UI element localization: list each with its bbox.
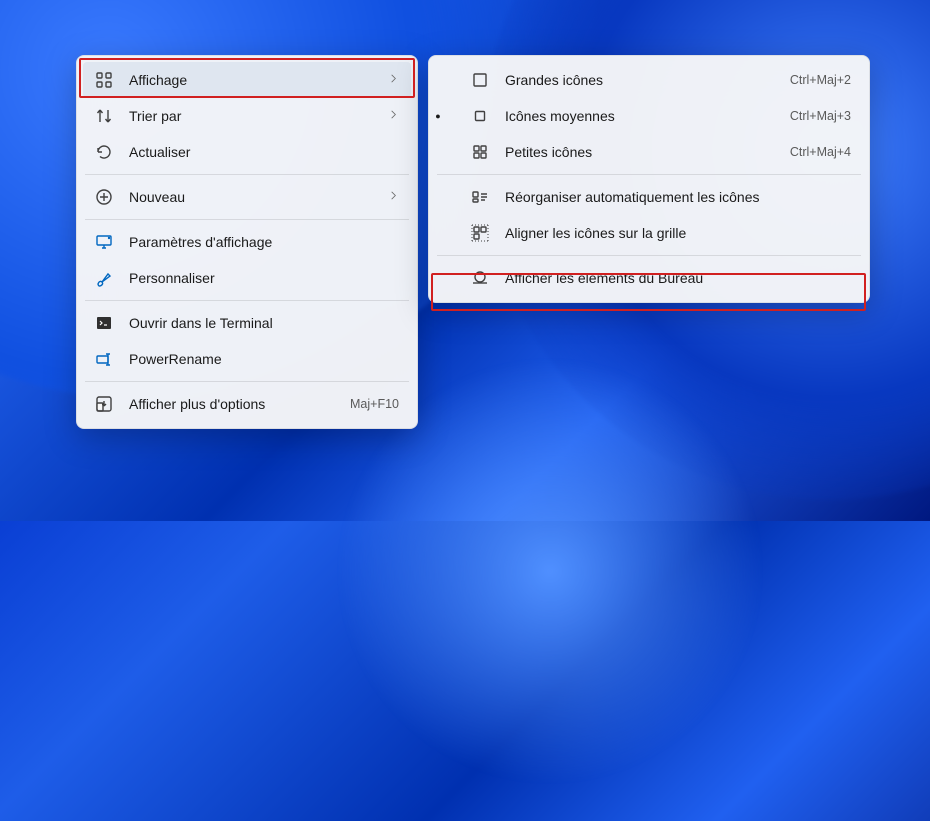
menu-item-label: Trier par: [129, 108, 388, 124]
menu-item-label: Ouvrir dans le Terminal: [129, 315, 399, 331]
menu-item-label: Afficher plus d'options: [129, 396, 334, 412]
more-options-icon: [95, 395, 113, 413]
menu-item-label: Petites icônes: [505, 144, 774, 160]
selected-bullet-icon: ●: [433, 111, 443, 121]
menu-item-new[interactable]: Nouveau: [83, 179, 411, 215]
small-icons-icon: [471, 143, 489, 161]
menu-separator: [437, 255, 861, 256]
menu-item-shortcut: Ctrl+Maj+4: [790, 145, 851, 159]
view-submenu: Grandes icônes Ctrl+Maj+2 ● Icônes moyen…: [428, 55, 870, 303]
submenu-item-medium-icons[interactable]: ● Icônes moyennes Ctrl+Maj+3: [435, 98, 863, 134]
desktop-items-icon: [471, 269, 489, 287]
desktop-context-menu: Affichage Trier par Actualiser Nouveau: [76, 55, 418, 429]
menu-item-label: Affichage: [129, 72, 388, 88]
view-grid-icon: [95, 71, 113, 89]
menu-item-label: Grandes icônes: [505, 72, 774, 88]
menu-separator: [85, 381, 409, 382]
menu-item-label: Afficher les éléments du Bureau: [505, 270, 851, 286]
submenu-item-align-grid[interactable]: Aligner les icônes sur la grille: [435, 215, 863, 251]
menu-item-view[interactable]: Affichage: [83, 62, 411, 98]
menu-item-display-settings[interactable]: Paramètres d'affichage: [83, 224, 411, 260]
powerrename-icon: [95, 350, 113, 368]
menu-item-sort[interactable]: Trier par: [83, 98, 411, 134]
menu-item-label: Paramètres d'affichage: [129, 234, 399, 250]
menu-separator: [85, 174, 409, 175]
submenu-item-show-desktop-items[interactable]: Afficher les éléments du Bureau: [435, 260, 863, 296]
menu-item-more-options[interactable]: Afficher plus d'options Maj+F10: [83, 386, 411, 422]
menu-item-shortcut: Ctrl+Maj+2: [790, 73, 851, 87]
sort-icon: [95, 107, 113, 125]
personalize-brush-icon: [95, 269, 113, 287]
menu-item-powerrename[interactable]: PowerRename: [83, 341, 411, 377]
submenu-item-small-icons[interactable]: Petites icônes Ctrl+Maj+4: [435, 134, 863, 170]
menu-item-label: Réorganiser automatiquement les icônes: [505, 189, 851, 205]
auto-arrange-icon: [471, 188, 489, 206]
refresh-icon: [95, 143, 113, 161]
menu-item-label: Aligner les icônes sur la grille: [505, 225, 851, 241]
submenu-item-large-icons[interactable]: Grandes icônes Ctrl+Maj+2: [435, 62, 863, 98]
large-icons-icon: [471, 71, 489, 89]
menu-item-personalize[interactable]: Personnaliser: [83, 260, 411, 296]
display-settings-icon: [95, 233, 113, 251]
menu-item-shortcut: Maj+F10: [350, 397, 399, 411]
medium-icons-icon: [471, 107, 489, 125]
chevron-right-icon: [388, 73, 399, 87]
menu-item-label: Icônes moyennes: [505, 108, 774, 124]
align-grid-icon: [471, 224, 489, 242]
chevron-right-icon: [388, 190, 399, 204]
submenu-item-auto-arrange[interactable]: Réorganiser automatiquement les icônes: [435, 179, 863, 215]
menu-item-open-terminal[interactable]: Ouvrir dans le Terminal: [83, 305, 411, 341]
menu-separator: [85, 219, 409, 220]
menu-separator: [437, 174, 861, 175]
menu-item-label: PowerRename: [129, 351, 399, 367]
menu-item-refresh[interactable]: Actualiser: [83, 134, 411, 170]
chevron-right-icon: [388, 109, 399, 123]
terminal-icon: [95, 314, 113, 332]
menu-item-shortcut: Ctrl+Maj+3: [790, 109, 851, 123]
menu-item-label: Personnaliser: [129, 270, 399, 286]
menu-item-label: Nouveau: [129, 189, 388, 205]
menu-item-label: Actualiser: [129, 144, 399, 160]
menu-separator: [85, 300, 409, 301]
new-plus-icon: [95, 188, 113, 206]
